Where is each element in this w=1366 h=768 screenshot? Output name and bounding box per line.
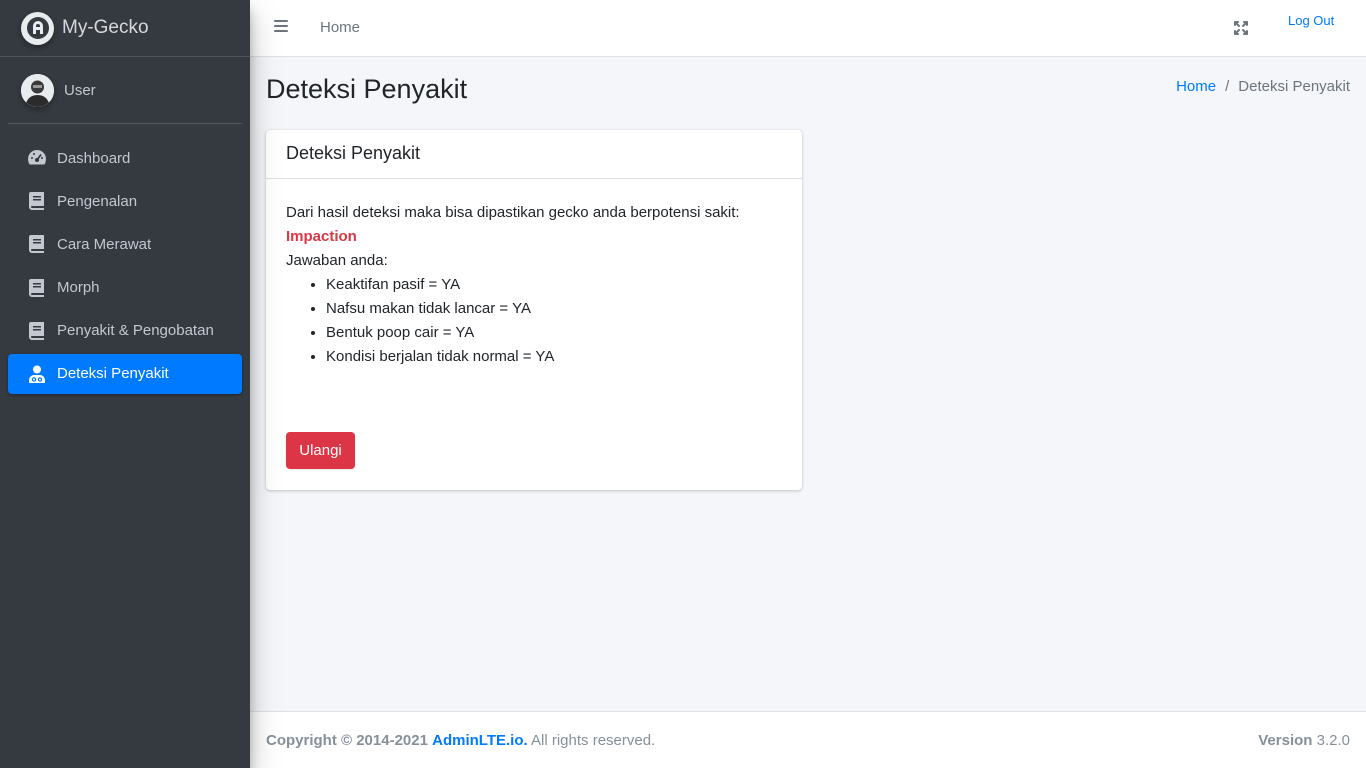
sidebar-item-label: Morph: [57, 279, 100, 297]
sidebar-item-label: Deteksi Penyakit: [57, 365, 169, 383]
footer-copyright: Copyright © 2014-2021 AdminLTE.io. All r…: [266, 732, 655, 749]
copyright-text: Copyright © 2014-2021: [266, 732, 428, 749]
fullscreen-icon[interactable]: [1233, 20, 1249, 36]
book-icon: [27, 321, 47, 341]
sidebar: My-Gecko User Dashboard Pengenalan Cara …: [0, 0, 250, 768]
book-icon: [27, 234, 47, 254]
adminlte-logo-icon: [21, 11, 54, 45]
adminlte-link[interactable]: AdminLTE.io.: [432, 732, 528, 749]
result-card: Deteksi Penyakit Dari hasil deteksi maka…: [266, 130, 802, 490]
sidebar-item-label: Pengenalan: [57, 192, 138, 210]
list-item: Kondisi berjalan tidak normal = YA: [326, 345, 782, 369]
version-number: 3.2.0: [1316, 732, 1350, 749]
top-nav-home-link[interactable]: Home: [320, 19, 360, 36]
avatar: [21, 73, 54, 107]
footer: Copyright © 2014-2021 AdminLTE.io. All r…: [250, 711, 1366, 768]
retry-button[interactable]: Ulangi: [286, 432, 355, 469]
tachometer-icon: [27, 148, 47, 168]
sidebar-item-label: Cara Merawat: [57, 235, 152, 253]
book-icon: [27, 191, 47, 211]
breadcrumb-separator: /: [1225, 78, 1230, 95]
page-title: Deteksi Penyakit: [266, 74, 468, 104]
user-md-icon: [27, 364, 47, 384]
sidebar-item-pengenalan[interactable]: Pengenalan: [8, 181, 242, 221]
card-title: Deteksi Penyakit: [266, 130, 802, 179]
sidebar-item-label: Dashboard: [57, 149, 131, 167]
sidebar-item-label: Penyakit & Pengobatan: [57, 322, 214, 340]
sidebar-item-penyakit-pengobatan[interactable]: Penyakit & Pengobatan: [8, 311, 242, 351]
sidebar-item-cara-merawat[interactable]: Cara Merawat: [8, 224, 242, 264]
footer-version: Version 3.2.0: [1258, 732, 1350, 749]
answers-list: Keaktifan pasif = YA Nafsu makan tidak l…: [286, 273, 782, 369]
book-icon: [27, 278, 47, 298]
version-label: Version: [1258, 732, 1313, 749]
top-navbar: Home Log Out: [250, 0, 1366, 57]
brand-name: My-Gecko: [62, 17, 149, 38]
menu-toggle-icon[interactable]: [274, 20, 288, 34]
detected-disease: Impaction: [286, 228, 357, 245]
user-panel[interactable]: User: [8, 57, 242, 124]
answers-label: Jawaban anda:: [286, 252, 388, 269]
breadcrumb-current: Deteksi Penyakit: [1238, 78, 1350, 95]
brand-link[interactable]: My-Gecko: [0, 0, 250, 57]
sidebar-item-morph[interactable]: Morph: [8, 268, 242, 308]
list-item: Nafsu makan tidak lancar = YA: [326, 297, 782, 321]
user-name: User: [64, 81, 96, 99]
rights-text: All rights reserved.: [531, 732, 656, 749]
breadcrumb-home-link[interactable]: Home: [1176, 78, 1216, 95]
list-item: Bentuk poop cair = YA: [326, 321, 782, 345]
breadcrumb: Home / Deteksi Penyakit: [1176, 78, 1350, 95]
sidebar-item-deteksi-penyakit[interactable]: Deteksi Penyakit: [8, 353, 242, 394]
result-intro: Dari hasil deteksi maka bisa dipastikan …: [286, 204, 740, 221]
sidebar-item-dashboard[interactable]: Dashboard: [8, 138, 242, 178]
card-body: Dari hasil deteksi maka bisa dipastikan …: [266, 179, 802, 391]
sidebar-nav: Dashboard Pengenalan Cara Merawat Morph …: [0, 124, 250, 394]
list-item: Keaktifan pasif = YA: [326, 273, 782, 297]
logout-link[interactable]: Log Out: [1288, 13, 1334, 28]
